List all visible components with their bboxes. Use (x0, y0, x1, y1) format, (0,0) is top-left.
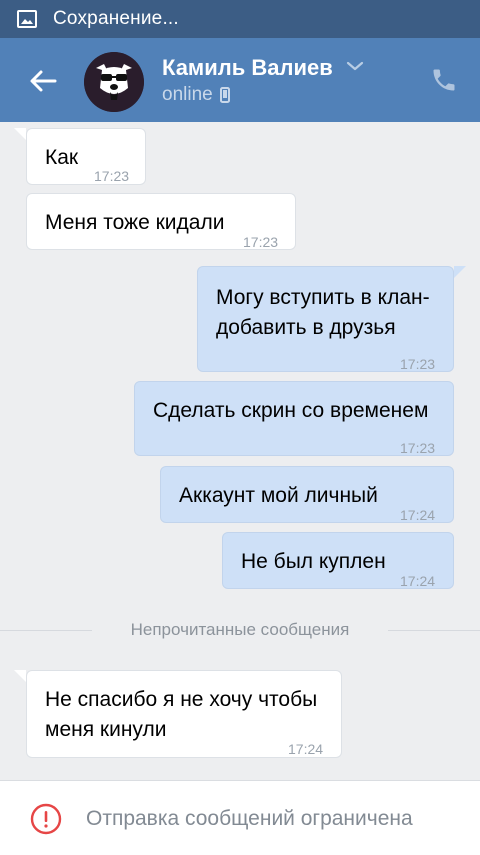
message-text: Не был куплен (241, 550, 386, 573)
restriction-text: Отправка сообщений ограничена (86, 807, 413, 830)
warning-icon (30, 803, 62, 835)
message-restriction-bar: Отправка сообщений ограничена (0, 780, 480, 855)
message-bubble[interactable]: Как 17:23 (26, 128, 146, 185)
message-text: Аккаунт мой личный (179, 484, 378, 507)
status-bar: Сохранение... (0, 0, 480, 38)
message-bubble[interactable]: Не спасибо я не хочу чтобы меня кинули 1… (26, 670, 342, 758)
message-time: 17:23 (243, 234, 279, 250)
message-text: Меня тоже кидали (45, 211, 225, 234)
phone-icon (433, 69, 455, 91)
message-text: Могу вступить в клан- (216, 286, 430, 309)
call-button[interactable] (426, 62, 462, 98)
message-time: 17:23 (400, 440, 436, 456)
message-list[interactable]: Как 17:23 Меня тоже кидали 17:23 Могу вс… (0, 122, 480, 780)
chat-header: Камиль Валиев online (0, 38, 480, 122)
contact-name[interactable]: Камиль Валиев (162, 55, 333, 81)
back-button[interactable] (22, 60, 64, 102)
message-time: 17:23 (94, 168, 130, 184)
message-bubble[interactable]: Сделать скрин со временем 17:23 (134, 381, 454, 456)
message-bubble[interactable]: Не был куплен 17:24 (222, 532, 454, 589)
back-arrow-icon (30, 70, 57, 92)
message-time: 17:23 (400, 356, 436, 372)
message-text: меня кинули (45, 718, 167, 741)
message-text: Сделать скрин со временем (153, 399, 429, 422)
message-text: Не спасибо я не хочу чтобы (45, 688, 318, 711)
bubble-tail (14, 128, 26, 140)
image-icon (17, 10, 37, 28)
message-time: 17:24 (288, 741, 324, 757)
message-bubble[interactable]: Могу вступить в клан- добавить в друзья … (197, 266, 454, 372)
message-bubble[interactable]: Меня тоже кидали 17:23 (26, 193, 296, 250)
bubble-tail (14, 670, 26, 682)
chevron-down-icon[interactable] (346, 60, 364, 72)
online-status: online (162, 84, 230, 106)
online-text: online (162, 84, 213, 105)
message-bubble[interactable]: Аккаунт мой личный 17:24 (160, 466, 454, 523)
message-time: 17:24 (400, 507, 436, 523)
unread-divider-label: Непрочитанные сообщения (130, 620, 350, 639)
dog-avatar (84, 52, 144, 112)
message-text: Как (45, 146, 79, 169)
avatar[interactable] (84, 52, 144, 112)
message-text: добавить в друзья (216, 316, 396, 339)
mobile-icon (219, 87, 230, 103)
message-time: 17:24 (400, 573, 436, 589)
status-text: Сохранение... (53, 8, 179, 29)
bubble-tail (454, 266, 466, 278)
